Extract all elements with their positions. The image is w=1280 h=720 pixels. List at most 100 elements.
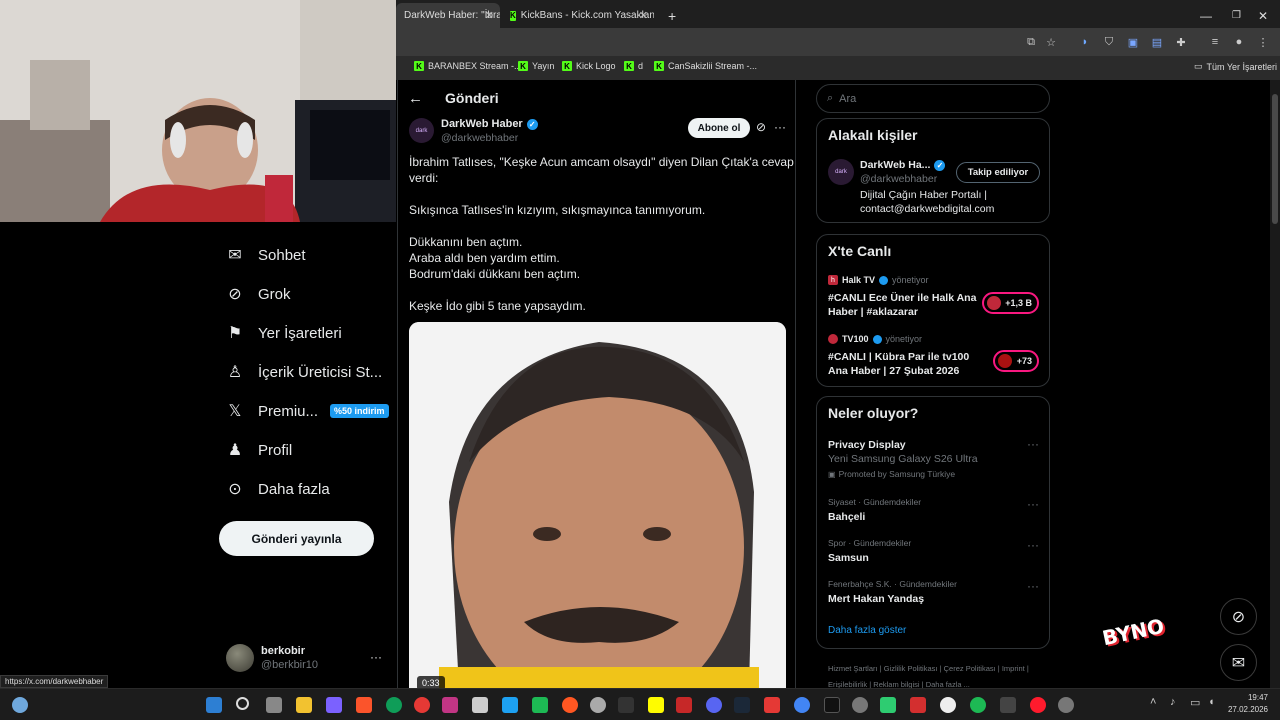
trend-more-icon[interactable]: ··· <box>1027 497 1039 511</box>
nav-item-premium[interactable]: 𝕏 Premiu... %50 indirim <box>226 402 389 420</box>
live-title-line[interactable]: #CANLI | Kübra Par ile tv100 <box>828 351 969 363</box>
live-host-row[interactable]: h Halk TV yönetiyor <box>828 275 929 285</box>
trend-name[interactable]: Samsun <box>828 552 869 564</box>
scrollbar-thumb[interactable] <box>1272 94 1278 224</box>
live-listeners-badge[interactable]: +1,3 B <box>982 292 1039 314</box>
extension-audio-icon[interactable]: ◗ <box>1078 35 1092 49</box>
author-avatar[interactable]: dark <box>409 118 434 143</box>
brave-icon[interactable] <box>356 697 372 713</box>
nav-item-profile[interactable]: ♟ Profil <box>226 441 292 460</box>
window-close-icon[interactable]: ✕ <box>1250 3 1276 28</box>
app-icon[interactable] <box>910 697 926 713</box>
bookmark-item[interactable]: K Kick Logo <box>562 61 616 71</box>
app-icon[interactable] <box>1000 697 1016 713</box>
nav-item-more[interactable]: ⊙ Daha fazla <box>226 480 329 499</box>
youtube-icon[interactable] <box>764 697 780 713</box>
live-host-row[interactable]: TV100 yönetiyor <box>828 334 922 344</box>
volume-icon[interactable]: ◖ <box>1208 696 1215 708</box>
show-more-link[interactable]: Daha fazla göster <box>828 625 906 636</box>
clock-date[interactable]: 27.02.2026 <box>1222 705 1268 714</box>
steam-icon[interactable] <box>734 697 750 713</box>
clock-time[interactable]: 19:47 <box>1232 693 1268 702</box>
bookmark-item[interactable]: K Yayın <box>518 61 554 71</box>
author-handle[interactable]: @darkwebhaber <box>441 132 518 144</box>
extension-icon[interactable]: ▤ <box>1150 35 1164 49</box>
maximize-icon[interactable]: ❐ <box>1224 3 1249 28</box>
subscribe-button[interactable]: Abone ol <box>688 118 750 138</box>
chrome-icon[interactable] <box>794 697 810 713</box>
nav-item-creator-studio[interactable]: ♙ İçerik Üreticisi St... <box>226 363 382 382</box>
snapchat-icon[interactable] <box>648 697 664 713</box>
footer-link[interactable]: Hizmet Şartları <box>828 664 878 673</box>
app-icon[interactable] <box>676 697 692 713</box>
footer-link[interactable]: Çerez Politikası <box>944 664 996 673</box>
live-title-line[interactable]: Haber | #aklazarar <box>828 306 918 318</box>
discord-icon[interactable] <box>706 697 722 713</box>
twitter-icon[interactable] <box>502 697 518 713</box>
browser-tab-active[interactable]: DarkWeb Haber: "İbra ✕ <box>396 3 500 28</box>
following-button[interactable]: Takip ediliyor <box>956 162 1040 183</box>
weather-icon[interactable] <box>12 697 28 713</box>
cast-icon[interactable]: ⧉ <box>1024 35 1038 49</box>
related-avatar[interactable]: dark <box>828 159 854 185</box>
file-explorer-icon[interactable] <box>296 697 312 713</box>
search-bar[interactable]: ⌕ Ara <box>816 84 1050 113</box>
nav-item-bookmarks[interactable]: ⚑ Yer İşaretleri <box>226 324 342 343</box>
app-icon[interactable] <box>562 697 578 713</box>
app-icon[interactable] <box>532 697 548 713</box>
app-icon[interactable] <box>880 697 896 713</box>
bookmark-item[interactable]: K CanSakizlii Stream -... <box>654 61 757 71</box>
trend-name[interactable]: Mert Hakan Yandaş <box>828 593 924 605</box>
page-scrollbar[interactable] <box>1270 80 1280 688</box>
tab-list-icon[interactable]: ≡ <box>1208 35 1222 49</box>
nav-item-grok[interactable]: ⊘ Grok <box>226 285 290 304</box>
minimize-icon[interactable]: — <box>1192 3 1220 28</box>
app-icon[interactable] <box>414 697 430 713</box>
back-arrow-icon[interactable]: ← <box>408 90 423 107</box>
author-name-row[interactable]: DarkWeb Haber ✓ <box>441 118 538 130</box>
related-name-row[interactable]: DarkWeb Ha... ✓ <box>860 159 946 171</box>
bookmark-item[interactable]: K BARANBEX Stream -... <box>414 61 522 71</box>
instagram-icon[interactable] <box>442 697 458 713</box>
browser-tab[interactable]: K KickBans - Kick.com Yasaklanm ✕ <box>502 3 654 28</box>
epic-games-icon[interactable] <box>618 697 634 713</box>
account-menu-icon[interactable]: ··· <box>370 650 382 664</box>
tiktok-icon[interactable] <box>824 697 840 713</box>
footer-link[interactable]: Imprint <box>1002 664 1025 673</box>
footer-link[interactable]: Gizlilik Politikası <box>884 664 938 673</box>
spotify-icon[interactable] <box>970 697 986 713</box>
shield-icon[interactable]: ⛉ <box>1102 35 1116 49</box>
post-more-icon[interactable]: ··· <box>774 120 786 134</box>
trend-more-icon[interactable]: ··· <box>1027 538 1039 552</box>
yandex-icon[interactable] <box>940 697 956 713</box>
microphone-icon[interactable]: ♪ <box>1170 696 1176 708</box>
app-icon[interactable] <box>1058 697 1074 713</box>
opera-icon[interactable] <box>1030 697 1046 713</box>
promo-title[interactable]: Privacy Display <box>828 439 906 451</box>
copilot-icon[interactable] <box>326 697 342 713</box>
star-bookmark-icon[interactable]: ☆ <box>1044 35 1058 49</box>
live-title-line[interactable]: #CANLI Ece Üner ile Halk Ana <box>828 292 976 304</box>
edge-icon[interactable] <box>386 697 402 713</box>
profile-avatar-icon[interactable]: ● <box>1232 35 1246 49</box>
messages-float-button[interactable]: ✉ <box>1220 644 1257 681</box>
post-video[interactable]: 0:33 <box>409 322 786 688</box>
bookmarks-folder[interactable]: ▭ Tüm Yer İşaretleri <box>1194 61 1277 72</box>
start-icon[interactable] <box>206 697 222 713</box>
network-icon[interactable]: ▭ <box>1190 696 1200 709</box>
app-icon[interactable] <box>852 697 868 713</box>
bookmark-item[interactable]: Kd <box>624 61 643 71</box>
app-icon[interactable] <box>472 697 488 713</box>
search-icon[interactable] <box>236 697 249 710</box>
account-avatar[interactable] <box>226 644 254 672</box>
extension-icon[interactable]: ▣ <box>1126 35 1140 49</box>
nav-item-chat[interactable]: ✉ Sohbet <box>226 246 305 265</box>
tab-close-icon[interactable]: ✕ <box>639 9 648 22</box>
puzzle-icon[interactable]: ✚ <box>1174 35 1188 49</box>
live-title-line[interactable]: Ana Haber | 27 Şubat 2026 <box>828 365 959 377</box>
tray-chevron-icon[interactable]: ˄ <box>1150 696 1156 708</box>
trend-more-icon[interactable]: ··· <box>1027 437 1039 451</box>
post-button[interactable]: Gönderi yayınla <box>219 521 374 556</box>
browser-menu-icon[interactable]: ⋮ <box>1256 35 1270 49</box>
trend-name[interactable]: Bahçeli <box>828 511 865 523</box>
